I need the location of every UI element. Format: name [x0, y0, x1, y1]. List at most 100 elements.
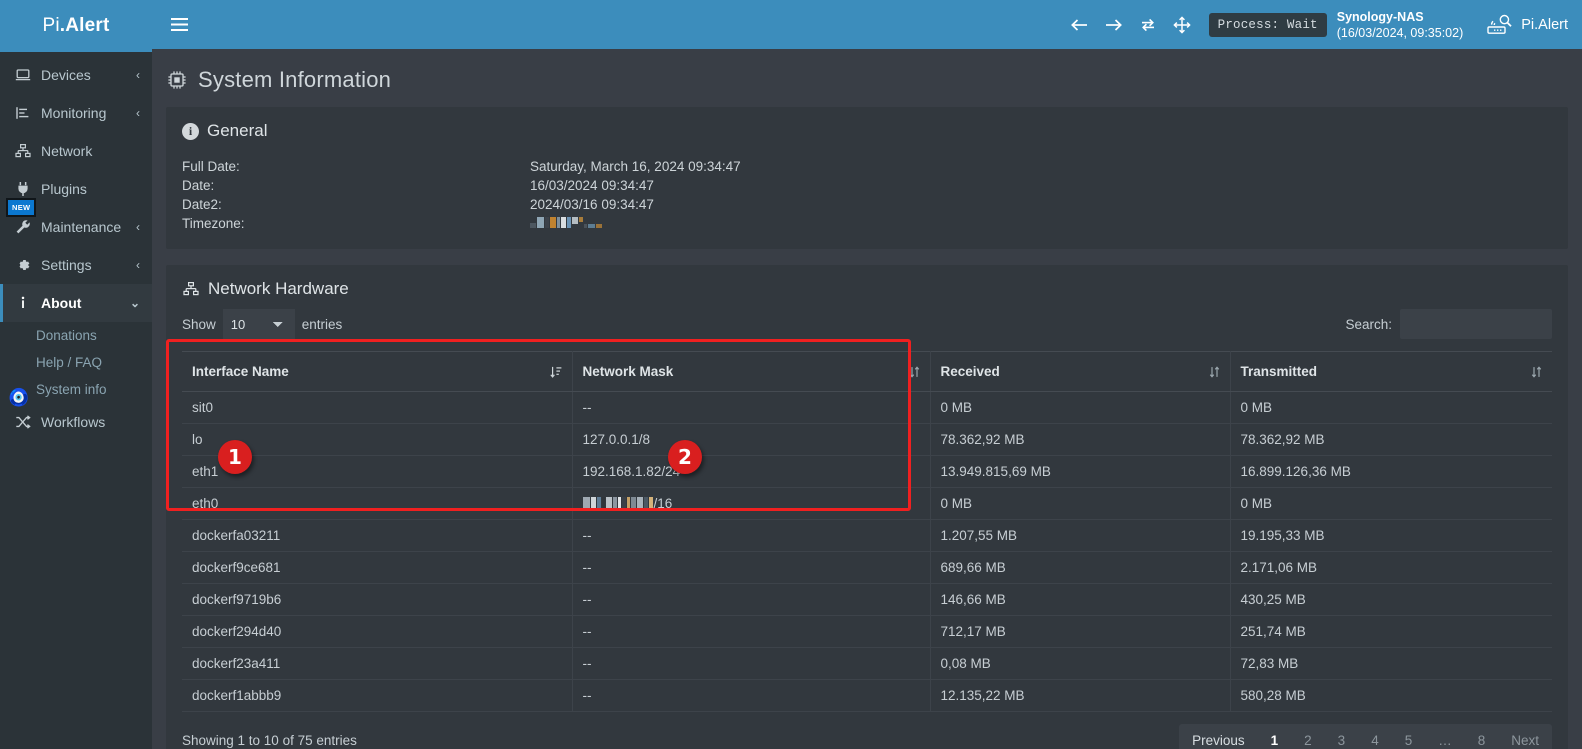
cell-network-mask: 192.168.1.82/24 [572, 456, 930, 488]
cell-interface-name: eth0 [182, 488, 572, 520]
chevron-left-icon: ‹ [136, 220, 142, 234]
table-row[interactable]: dockerf23a411 -- 0,08 MB 72,83 MB [182, 648, 1552, 680]
search-input[interactable] [1400, 309, 1552, 339]
device-info: Synology-NAS (16/03/2024, 09:35:02) [1337, 9, 1464, 41]
column-header-received[interactable]: Received [930, 352, 1230, 392]
sidebar-item-settings[interactable]: Settings ‹ [0, 246, 152, 284]
network-hardware-panel-title-text: Network Hardware [208, 279, 349, 299]
table-row: Date: 16/03/2024 09:34:47 [182, 176, 741, 195]
cell-transmitted: 580,28 MB [1230, 680, 1552, 712]
cell-received: 0 MB [930, 488, 1230, 520]
sidebar-item-workflows[interactable]: 🧿 Workflows [0, 403, 152, 441]
table-row[interactable]: dockerfa03211 -- 1.207,55 MB 19.195,33 M… [182, 520, 1552, 552]
cell-transmitted: 251,74 MB [1230, 616, 1552, 648]
network-hardware-panel: Network Hardware Show 10 25 50 100 entri… [166, 265, 1568, 749]
sidebar-item-label: Monitoring [41, 105, 127, 121]
sidebar-item-maintenance[interactable]: NEW Maintenance ‹ [0, 208, 152, 246]
annotation-marker-1: 1 [218, 440, 252, 474]
cell-received: 0,08 MB [930, 648, 1230, 680]
arrows-move-icon[interactable] [1165, 8, 1199, 42]
general-value: 2024/03/16 09:34:47 [530, 195, 741, 214]
sidebar-item-monitoring[interactable]: Monitoring ‹ [0, 94, 152, 132]
column-header-label: Network Mask [583, 364, 674, 379]
brand-logo[interactable]: Pi.Alert [0, 0, 152, 52]
table-header-row: Interface Name Network Mask [182, 352, 1552, 392]
user-menu[interactable]: Pi.Alert [1485, 13, 1568, 37]
general-panel-title: i General [182, 121, 1552, 141]
info-icon [14, 295, 32, 311]
column-header-interface-name[interactable]: Interface Name [182, 352, 572, 392]
pagination-page-3[interactable]: 3 [1325, 724, 1359, 749]
device-timestamp: (16/03/2024, 09:35:02) [1337, 25, 1464, 41]
arrow-right-icon[interactable] [1097, 8, 1131, 42]
search-control: Search: [1345, 309, 1552, 339]
brand-text-bold: .Alert [60, 15, 110, 37]
cell-received: 0 MB [930, 392, 1230, 424]
table-row[interactable]: lo 127.0.0.1/8 78.362,92 MB 78.362,92 MB [182, 424, 1552, 456]
column-header-transmitted[interactable]: Transmitted [1230, 352, 1552, 392]
pagination-previous[interactable]: Previous [1179, 724, 1258, 749]
cell-network-mask: -- [572, 584, 930, 616]
table-row[interactable]: dockerf1abbb9 -- 12.135,22 MB 580,28 MB [182, 680, 1552, 712]
cell-transmitted: 0 MB [1230, 392, 1552, 424]
redacted-block [583, 497, 654, 508]
table-row[interactable]: dockerf294d40 -- 712,17 MB 251,74 MB [182, 616, 1552, 648]
hamburger-icon[interactable] [170, 17, 189, 32]
cell-received: 13.949.815,69 MB [930, 456, 1230, 488]
sidebar-nav: Devices ‹ Monitoring ‹ [0, 52, 152, 322]
sidebar-item-about[interactable]: About ⌄ [0, 284, 152, 322]
chevron-down-icon: ⌄ [130, 296, 142, 310]
sidebar-item-network[interactable]: Network [0, 132, 152, 170]
pagination-page-2[interactable]: 2 [1291, 724, 1325, 749]
sidebar-item-label: Maintenance [41, 219, 127, 235]
sidebar-subitem-help-faq[interactable]: Help / FAQ [0, 349, 152, 376]
network-hardware-table: Interface Name Network Mask [182, 351, 1552, 712]
cell-interface-name: dockerfa03211 [182, 520, 572, 552]
cell-transmitted: 78.362,92 MB [1230, 424, 1552, 456]
cell-network-mask: -- [572, 392, 930, 424]
sidebar-item-devices[interactable]: Devices ‹ [0, 56, 152, 94]
search-label: Search: [1345, 317, 1392, 332]
pagination-next[interactable]: Next [1498, 724, 1552, 749]
table-row[interactable]: sit0 -- 0 MB 0 MB [182, 392, 1552, 424]
sidebar-item-label: Network [41, 143, 131, 159]
pagination-page-1[interactable]: 1 [1258, 724, 1292, 749]
cell-received: 1.207,55 MB [930, 520, 1230, 552]
microchip-icon [166, 69, 188, 91]
cell-network-mask-redacted: /16 [572, 488, 930, 520]
sort-both-icon [1531, 365, 1542, 378]
pagination-page-8[interactable]: 8 [1465, 724, 1499, 749]
arrow-left-icon[interactable] [1063, 8, 1097, 42]
info-circle-icon: i [182, 123, 199, 140]
topbar: Process: Wait Synology-NAS (16/03/2024, … [152, 0, 1582, 49]
pagination-ellipsis: … [1425, 724, 1465, 749]
datatable-controls: Show 10 25 50 100 entries Search: [182, 309, 1552, 339]
page-title: System Information [198, 67, 391, 93]
table-row[interactable]: eth1 192.168.1.82/24 13.949.815,69 MB 16… [182, 456, 1552, 488]
network-hardware-panel-title: Network Hardware [182, 279, 1552, 299]
cell-network-mask: -- [572, 680, 930, 712]
entries-per-page-select[interactable]: 10 25 50 100 [223, 309, 295, 339]
sort-both-icon [909, 365, 920, 378]
main-area: Process: Wait Synology-NAS (16/03/2024, … [152, 0, 1582, 749]
cell-received: 12.135,22 MB [930, 680, 1230, 712]
general-value: Saturday, March 16, 2024 09:34:47 [530, 157, 741, 176]
column-header-network-mask[interactable]: Network Mask [572, 352, 930, 392]
cell-network-mask: -- [572, 552, 930, 584]
table-row[interactable]: eth0 /16 0 MB 0 MB [182, 488, 1552, 520]
shuffle-icon [14, 414, 32, 430]
refresh-icon[interactable] [1131, 8, 1165, 42]
sidebar-subitem-donations[interactable]: Donations [0, 322, 152, 349]
router-scan-icon [1485, 13, 1513, 37]
table-row[interactable]: dockerf9ce681 -- 689,66 MB 2.171,06 MB [182, 552, 1552, 584]
sitemap-icon [14, 143, 32, 159]
table-row[interactable]: dockerf9719b6 -- 146,66 MB 430,25 MB [182, 584, 1552, 616]
pagination-page-4[interactable]: 4 [1358, 724, 1392, 749]
redacted-block [530, 217, 603, 228]
wrench-icon [14, 219, 32, 235]
pagination-page-5[interactable]: 5 [1392, 724, 1426, 749]
content-area: System Information i General Full Date: … [152, 49, 1582, 749]
column-header-label: Transmitted [1241, 364, 1318, 379]
general-panel-title-text: General [207, 121, 267, 141]
cell-interface-name: dockerf294d40 [182, 616, 572, 648]
